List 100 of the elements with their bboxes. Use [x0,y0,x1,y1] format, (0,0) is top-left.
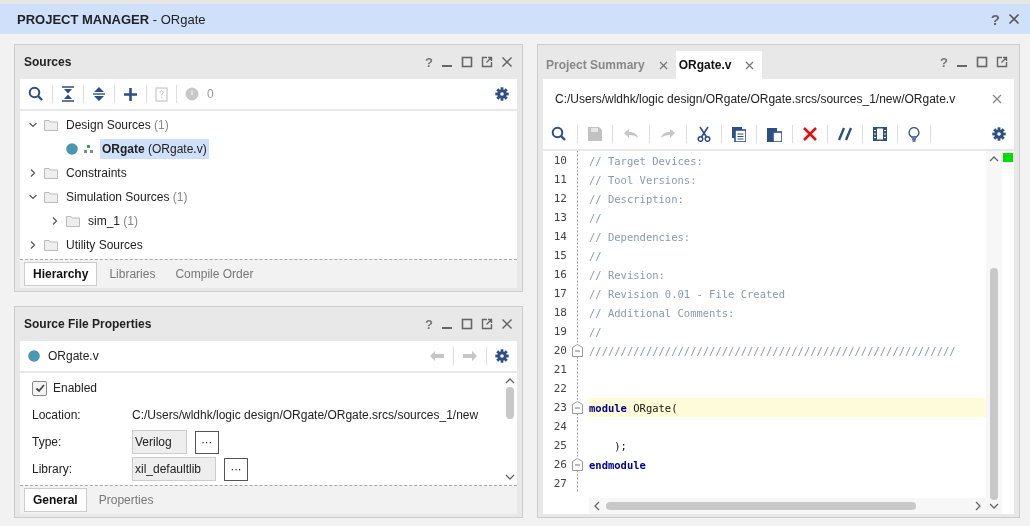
tree-item[interactable]: Design Sources (1) [64,115,171,135]
code-line: ////////////////////////////////////////////////////////// [589,344,956,357]
light-bulb-icon[interactable] [908,126,920,142]
close-icon[interactable] [658,60,668,70]
code-line: // Tool Versions: [589,173,697,186]
tab[interactable]: Compile Order [167,263,262,285]
tree-item[interactable]: Simulation Sources (1) [64,187,190,207]
code-line: // Additional Comments: [589,306,735,319]
code-line: module ORgate( [589,401,678,414]
code-line: ); [613,439,627,452]
code-line: // [589,211,602,224]
line-number: 20 [552,344,567,357]
checkbox[interactable] [32,380,47,396]
window-title: PROJECT MANAGER - ORgate [17,11,206,27]
panel-title: Sources [24,55,72,69]
tab[interactable]: General [24,488,87,512]
settings-icon[interactable] [495,349,509,363]
code-line: // [589,249,602,262]
tab[interactable]: ORgate.v [675,51,763,79]
delete-icon[interactable] [803,127,817,141]
code-line: // Description: [589,192,684,205]
maximize-icon[interactable] [976,56,988,68]
tab[interactable]: Properties [90,489,162,511]
code-line: // Revision: [589,268,665,281]
folder-icon [66,215,80,227]
fold-icon[interactable] [571,401,583,414]
code-line: // [589,325,602,338]
line-number: 19 [552,325,567,338]
line-number: 25 [552,439,567,452]
line-number: 21 [552,363,567,376]
maximize-icon[interactable] [461,318,473,330]
code-line: endmodule [589,458,646,471]
tree-item[interactable]: ORgate (ORgate.v) [100,139,209,159]
line-number: 26 [552,458,567,471]
scroll-bar[interactable] [589,498,986,514]
code-line: // Target Devices: [589,154,703,167]
browse-button[interactable]: ··· [194,430,219,454]
cut-icon[interactable] [697,126,711,142]
status-dot-icon [66,143,78,155]
line-number: 16 [552,268,567,281]
folder-icon [44,167,58,179]
panel-title: Source File Properties [24,317,152,331]
search-icon[interactable] [551,126,567,142]
folder-icon [44,239,58,251]
comment-icon[interactable] [838,127,852,141]
fold-icon[interactable] [571,458,583,471]
file-path: C:/Users/wldhk/logic design/ORgate/ORgate.srcs/sources_1/new/ORgate.v [555,92,956,106]
line-number: 13 [552,211,567,224]
value-field[interactable]: xil_defaultlib [132,457,217,481]
line-number: 10 [552,154,567,167]
help-icon[interactable]: ? [425,54,433,70]
add-icon[interactable] [123,86,138,102]
line-number: 14 [552,230,567,243]
tree-item[interactable]: Constraints [64,163,129,183]
field-label: Location: [32,408,82,422]
copy-icon[interactable] [732,126,746,142]
line-number: 23 [552,401,567,414]
tree-item[interactable]: Utility Sources [64,235,145,255]
close-icon[interactable] [501,56,513,68]
close-icon[interactable] [1008,13,1020,25]
fold-icon[interactable] [571,344,583,357]
line-number: 27 [552,477,567,490]
status-marker-icon [1003,153,1013,162]
close-icon[interactable] [501,318,513,330]
folder-icon [44,119,58,131]
hierarchy-icon [84,144,94,154]
value-field[interactable]: Verilog [132,430,187,454]
settings-icon[interactable] [495,87,509,101]
paste-icon[interactable] [767,126,782,142]
code-line: // Revision 0.01 - File Created [589,287,785,300]
tree-item[interactable]: sim_1 (1) [86,211,140,231]
checkbox-label: Enabled [53,381,98,395]
browse-button[interactable]: ··· [224,457,249,481]
maximize-icon[interactable] [461,56,473,68]
close-icon[interactable] [745,60,755,70]
tab[interactable]: Libraries [101,263,164,285]
collapse-all-icon[interactable] [61,86,75,102]
line-number: 17 [552,287,567,300]
folder-icon [44,191,58,203]
line-number: 12 [552,192,567,205]
help-icon[interactable]: ? [940,54,948,70]
float-icon[interactable] [996,56,1008,68]
tab[interactable]: Hierarchy [24,262,98,286]
help-icon[interactable]: ? [425,316,433,332]
float-icon[interactable] [481,56,493,68]
float-icon[interactable] [481,318,493,330]
scroll-bar[interactable] [986,151,1002,514]
film-strip-icon[interactable] [873,127,887,141]
field-label: Type: [32,435,63,449]
field-label: Library: [32,462,73,476]
expand-all-icon[interactable] [92,86,106,102]
code-line: // Dependencies: [589,230,691,243]
line-number: 18 [552,306,567,319]
line-number: 22 [552,382,567,395]
line-number: 11 [552,173,567,186]
help-icon[interactable]: ? [990,10,1000,28]
settings-icon[interactable] [992,127,1006,141]
line-number: 24 [552,420,567,433]
close-icon[interactable] [992,94,1002,104]
search-icon[interactable] [28,86,44,102]
